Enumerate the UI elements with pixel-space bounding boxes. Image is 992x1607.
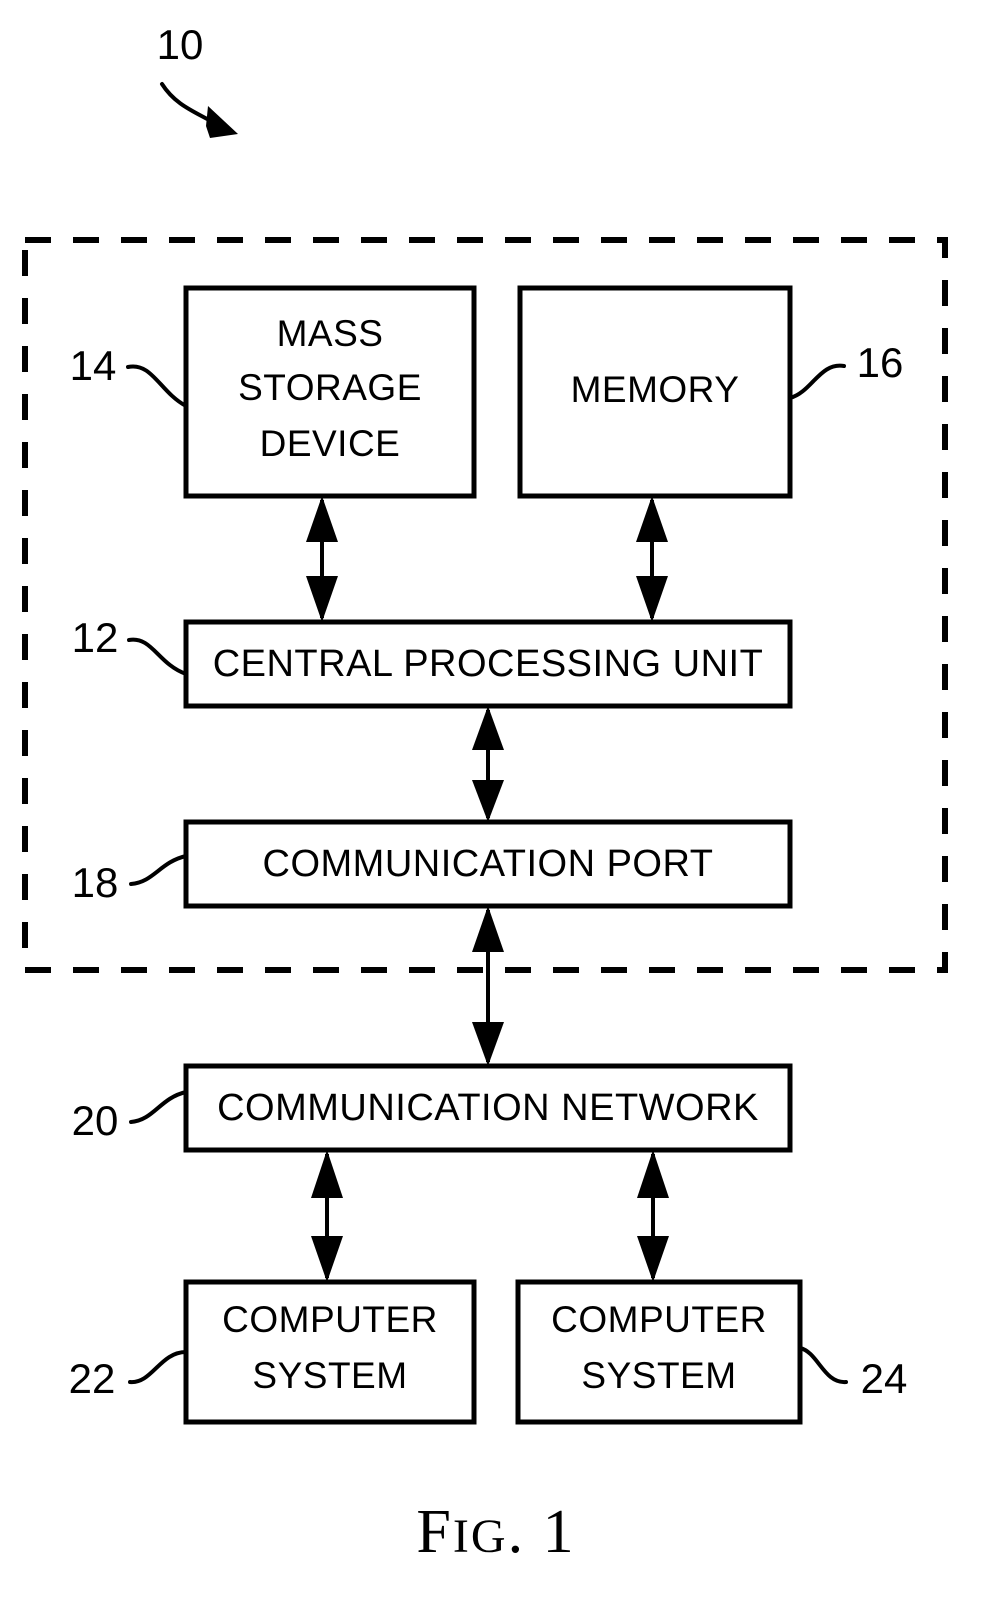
block-computer-system-right[interactable]: COMPUTER SYSTEM (515, 1279, 803, 1425)
block-computer-system-left[interactable]: COMPUTER SYSTEM (183, 1279, 477, 1425)
connector-mass-storage-to-cpu (306, 496, 338, 622)
memory-label: MEMORY (571, 369, 740, 410)
ref-14-text: 14 (70, 342, 117, 389)
computer-system-left-label-line1: COMPUTER (222, 1299, 438, 1340)
arrow-head-down (311, 1236, 343, 1282)
ref-24-leader-line (798, 1346, 848, 1385)
ref-18-callout: 18 (72, 854, 188, 906)
ref-10-arrow-head (206, 106, 238, 138)
connector-network-to-computer-system-right (637, 1150, 669, 1282)
ref-22-text: 22 (69, 1355, 116, 1402)
ref-16-leader-line (788, 363, 846, 400)
arrow-head-up (311, 1150, 343, 1198)
ref-22-leader-line (128, 1350, 188, 1385)
ref-12-callout: 12 (72, 614, 188, 676)
block-mass-storage-device[interactable]: MASS STORAGE DEVICE (183, 285, 477, 499)
ref-20-leader-line (129, 1090, 188, 1124)
mass-storage-device-label-line3: DEVICE (260, 423, 401, 464)
ref-24-callout: 24 (798, 1346, 908, 1402)
system-reference-callout: 10 (157, 21, 238, 138)
ref-14-callout: 14 (70, 342, 188, 408)
ref-12-leader-line (127, 637, 188, 676)
ref-18-text: 18 (72, 859, 119, 906)
arrow-head-up (636, 496, 668, 542)
ref-20-callout: 20 (72, 1090, 188, 1144)
figure-svg: 10 MASS STORAGE DEVICE 14 MEMORY 16 CENT… (22, 21, 948, 1566)
ref-14-leader-line (126, 364, 188, 408)
ref-16-text: 16 (857, 339, 904, 386)
figure-caption: FIG. 1 (416, 1498, 575, 1566)
ref-20-text: 20 (72, 1097, 119, 1144)
ref-10-text: 10 (157, 21, 204, 68)
arrow-head-up (472, 706, 504, 750)
arrow-head-down (636, 576, 668, 622)
ref-12-text: 12 (72, 614, 119, 661)
block-communication-port[interactable]: COMMUNICATION PORT (183, 819, 793, 909)
block-communication-network[interactable]: COMMUNICATION NETWORK (183, 1063, 793, 1153)
figure-caption-ig: IG (453, 1510, 508, 1563)
computer-system-right-label-line2: SYSTEM (581, 1355, 736, 1396)
connector-network-to-computer-system-left (311, 1150, 343, 1282)
connector-communication-port-to-network (472, 906, 504, 1066)
arrow-head-up (637, 1150, 669, 1198)
ref-24-text: 24 (861, 1355, 908, 1402)
computer-system-left-label-line2: SYSTEM (252, 1355, 407, 1396)
mass-storage-device-label-line1: MASS (277, 313, 384, 354)
arrow-head-down (306, 576, 338, 622)
arrow-head-down (472, 780, 504, 822)
arrow-head-up (472, 906, 504, 952)
patent-figure: 10 MASS STORAGE DEVICE 14 MEMORY 16 CENT… (0, 0, 992, 1602)
connector-memory-to-cpu (636, 496, 668, 622)
block-memory[interactable]: MEMORY (517, 285, 793, 499)
communication-port-label: COMMUNICATION PORT (263, 843, 714, 885)
ref-22-callout: 22 (69, 1350, 188, 1402)
figure-caption-number: . 1 (508, 1498, 576, 1566)
computer-system-right-label-line1: COMPUTER (551, 1299, 767, 1340)
arrow-head-down (637, 1236, 669, 1282)
figure-caption-f: F (416, 1498, 452, 1566)
ref-18-leader-line (129, 854, 188, 886)
communication-network-label: COMMUNICATION NETWORK (217, 1087, 759, 1129)
central-processing-unit-label: CENTRAL PROCESSING UNIT (213, 643, 764, 685)
ref-16-callout: 16 (788, 339, 904, 400)
mass-storage-device-label-line2: STORAGE (238, 367, 422, 408)
connector-cpu-to-communication-port (472, 706, 504, 822)
block-central-processing-unit[interactable]: CENTRAL PROCESSING UNIT (183, 619, 793, 709)
arrow-head-up (306, 496, 338, 542)
arrow-head-down (472, 1022, 504, 1066)
